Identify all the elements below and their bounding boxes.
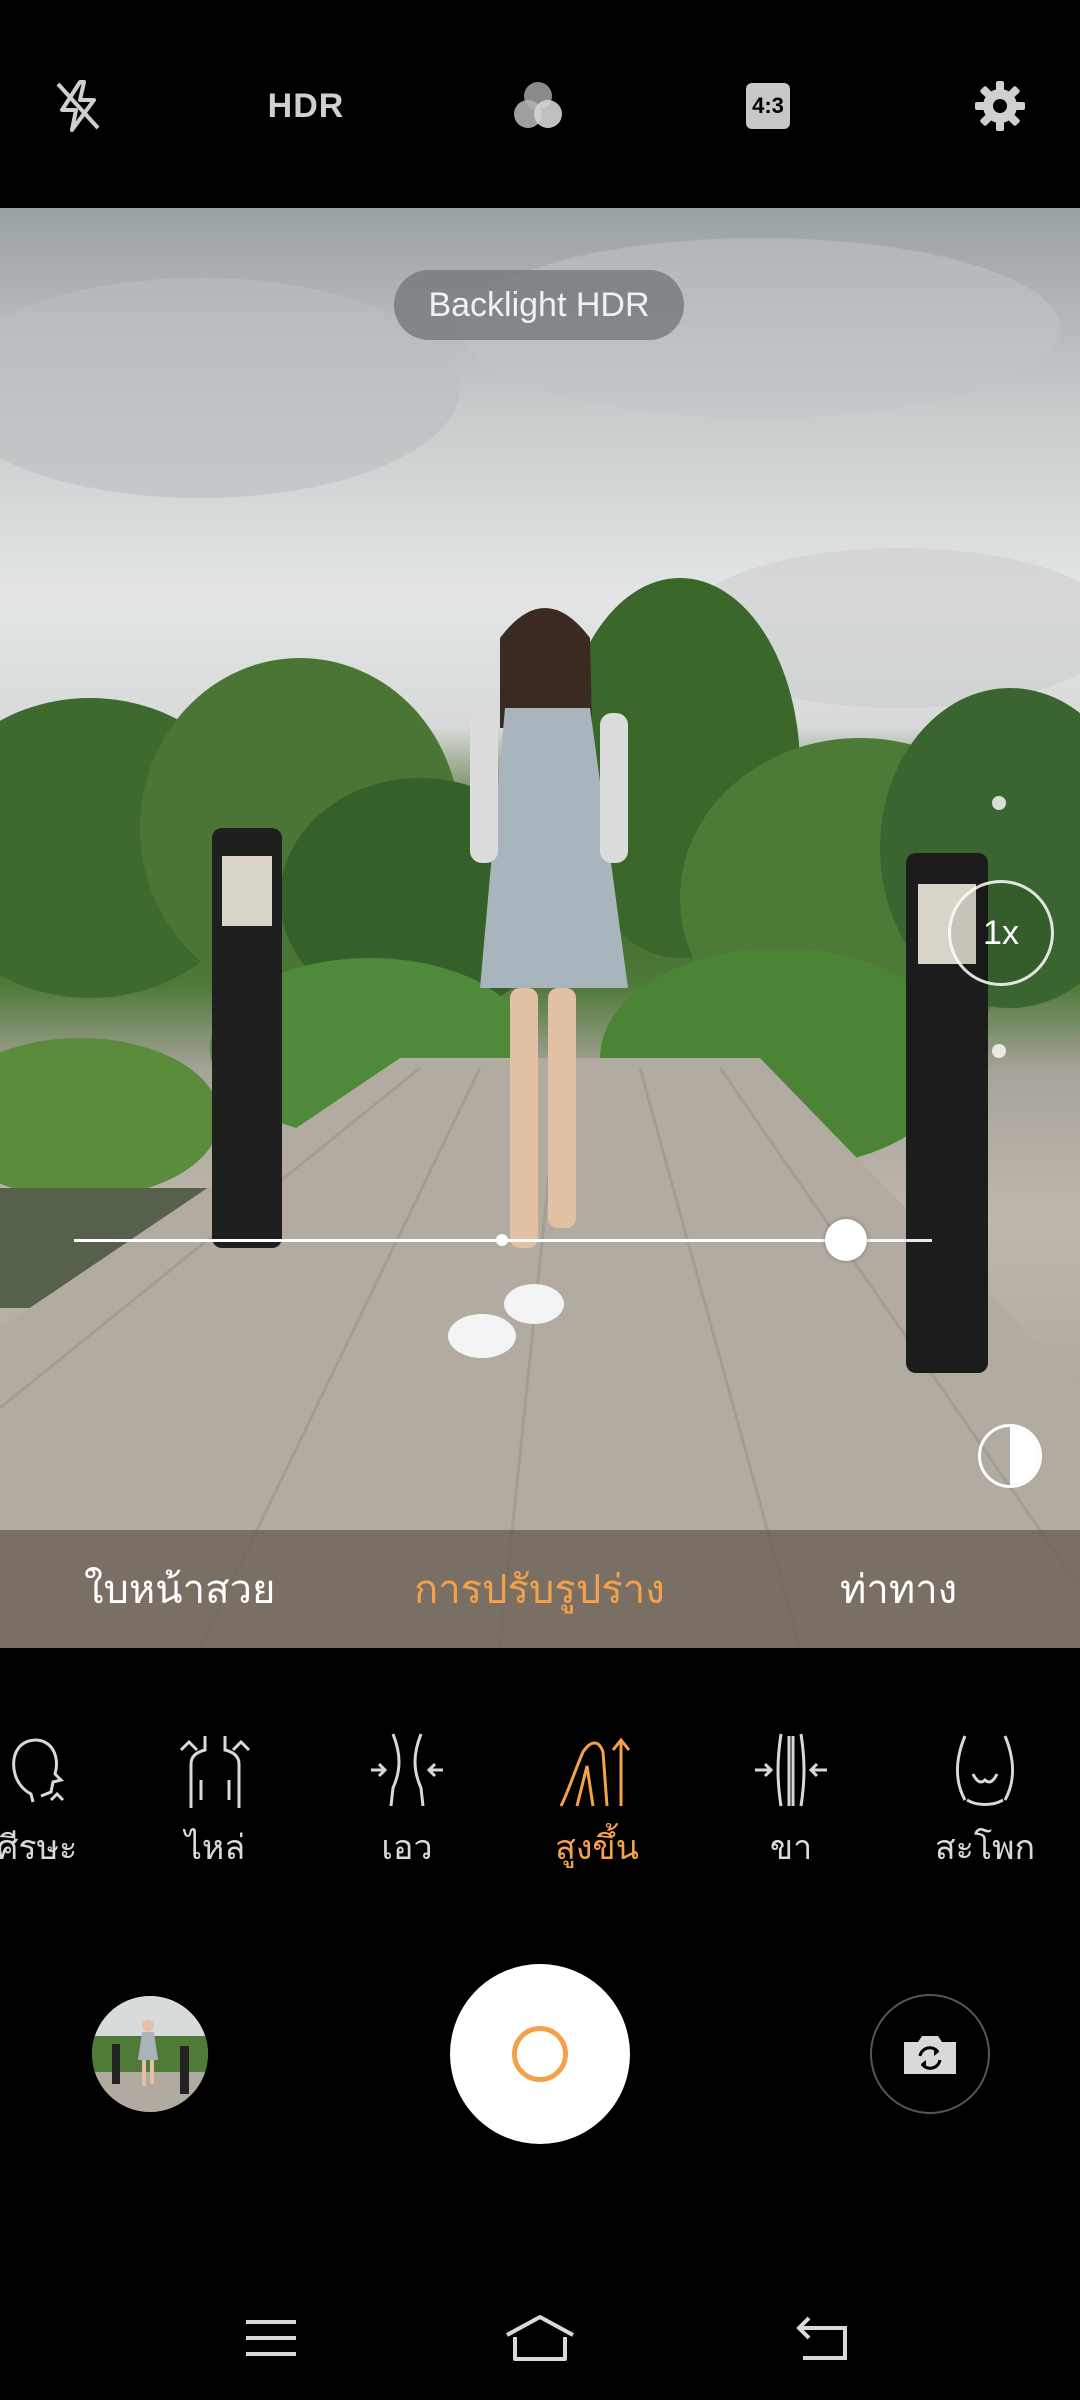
- shutter-ring: [512, 2026, 568, 2082]
- feature-legs[interactable]: ขา: [716, 1730, 866, 1890]
- mode-label: ท่าทาง: [840, 1567, 958, 1613]
- top-bar: HDR 4:3: [0, 0, 1080, 208]
- feature-shoulders[interactable]: ไหล่: [140, 1730, 290, 1890]
- camera-viewfinder[interactable]: Backlight HDR 1x: [0, 208, 1080, 1648]
- legs-icon: [755, 1733, 827, 1807]
- zoom-label: 1x: [983, 913, 1019, 952]
- camera-preview-image: [0, 238, 1080, 1648]
- flash-off-icon[interactable]: [36, 64, 120, 148]
- mode-face-beauty[interactable]: ใบหน้าสวย: [84, 1530, 275, 1648]
- slider-center-mark: [496, 1234, 508, 1246]
- feature-taller[interactable]: สูงขึ้น: [522, 1730, 672, 1890]
- mode-body-shaping[interactable]: การปรับรูปร่าง: [414, 1530, 665, 1648]
- home-icon[interactable]: [500, 2308, 580, 2368]
- back-icon[interactable]: [783, 2308, 863, 2368]
- hdr-label: HDR: [267, 86, 345, 125]
- taller-icon: [559, 1737, 631, 1807]
- zoom-level-dot[interactable]: [992, 796, 1006, 810]
- zoom-level-dot[interactable]: [992, 1044, 1006, 1058]
- feature-label: ไหล่: [184, 1828, 246, 1868]
- shoulders-icon: [179, 1736, 251, 1808]
- gallery-thumbnail[interactable]: [92, 1996, 208, 2112]
- feature-label: เอว: [381, 1828, 433, 1868]
- backlight-hdr-chip: Backlight HDR: [394, 270, 684, 340]
- shutter-button[interactable]: [450, 1964, 630, 2144]
- aspect-ratio-button[interactable]: 4:3: [726, 64, 810, 148]
- hdr-button[interactable]: HDR: [264, 64, 348, 148]
- adjustment-slider-thumb[interactable]: [825, 1219, 868, 1261]
- feature-label: ขา: [769, 1828, 813, 1868]
- zoom-button[interactable]: 1x: [948, 880, 1054, 986]
- feature-head[interactable]: ศีรษะ: [0, 1730, 112, 1890]
- body-feature-list: ศีรษะ ไหล่ เอว สูงขึ้น ขา สะโพก: [0, 1730, 1080, 1890]
- hips-icon: [956, 1735, 1014, 1806]
- feature-hips[interactable]: สะโพก: [910, 1730, 1060, 1890]
- feature-label: สูงขึ้น: [555, 1828, 639, 1868]
- aspect-ratio-label: 4:3: [746, 83, 790, 129]
- flip-camera-icon: [904, 2036, 956, 2074]
- gear-icon[interactable]: [958, 64, 1042, 148]
- filters-icon[interactable]: [496, 64, 580, 148]
- menu-icon[interactable]: [231, 2308, 311, 2368]
- feature-label: ศีรษะ: [0, 1828, 78, 1868]
- mode-pose[interactable]: ท่าทาง: [840, 1530, 957, 1648]
- adjustment-slider-fill: [74, 1239, 847, 1242]
- feature-label: สะโพก: [934, 1828, 1036, 1868]
- feature-waist[interactable]: เอว: [332, 1730, 482, 1890]
- gallery-preview-image: [92, 1996, 208, 2112]
- flip-camera-button[interactable]: [870, 1994, 990, 2114]
- contrast-icon[interactable]: [978, 1424, 1042, 1488]
- head-icon: [12, 1738, 65, 1803]
- mode-label: การปรับรูปร่าง: [414, 1567, 665, 1613]
- mode-label: ใบหน้าสวย: [84, 1567, 276, 1613]
- waist-icon: [371, 1733, 443, 1807]
